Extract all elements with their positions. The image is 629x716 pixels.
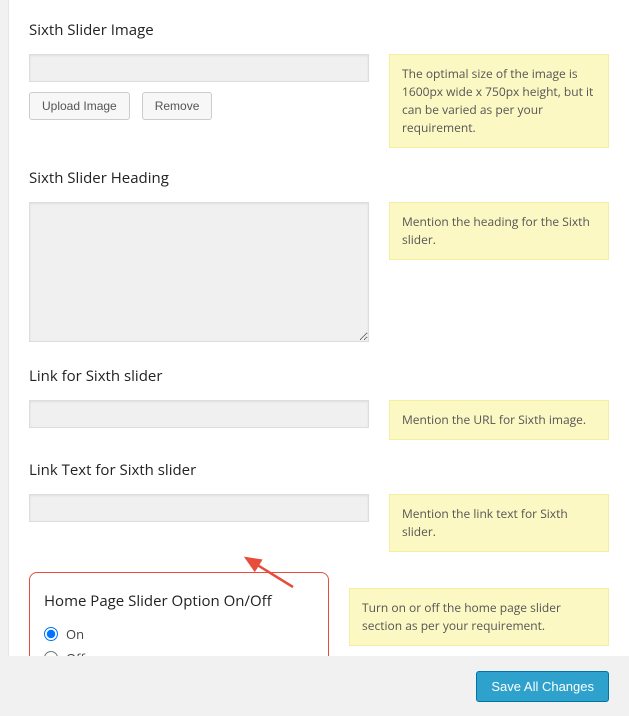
section-slider-linktext: Link Text for Sixth slider Mention the l… <box>29 440 609 552</box>
radio-on-input[interactable] <box>44 627 58 641</box>
hint-link: Mention the URL for Sixth image. <box>389 400 609 440</box>
section-title-heading: Sixth Slider Heading <box>29 168 609 188</box>
save-all-changes-button[interactable]: Save All Changes <box>476 671 609 702</box>
hint-linktext: Mention the link text for Sixth slider. <box>389 494 609 552</box>
section-slider-image: Sixth Slider Image Upload Image Remove T… <box>29 0 609 148</box>
footer-bar: Save All Changes <box>0 656 629 716</box>
upload-image-button[interactable]: Upload Image <box>29 92 130 120</box>
slider-linktext-input[interactable] <box>29 494 369 522</box>
slider-image-input[interactable] <box>29 54 369 82</box>
radio-on-label: On <box>66 625 84 643</box>
hint-onoff: Turn on or off the home page slider sect… <box>349 588 609 646</box>
section-title-link: Link for Sixth slider <box>29 366 609 386</box>
settings-panel: Sixth Slider Image Upload Image Remove T… <box>8 0 629 710</box>
section-slider-link: Link for Sixth slider Mention the URL fo… <box>29 346 609 440</box>
hint-image: The optimal size of the image is 1600px … <box>389 54 609 148</box>
slider-heading-textarea[interactable] <box>29 202 369 342</box>
radio-on[interactable]: On <box>44 625 314 643</box>
section-title-image: Sixth Slider Image <box>29 20 609 40</box>
section-slider-heading: Sixth Slider Heading Mention the heading… <box>29 148 609 346</box>
section-title-onoff: Home Page Slider Option On/Off <box>44 591 314 611</box>
slider-link-input[interactable] <box>29 400 369 428</box>
section-title-linktext: Link Text for Sixth slider <box>29 460 609 480</box>
remove-image-button[interactable]: Remove <box>142 92 213 120</box>
hint-heading: Mention the heading for the Sixth slider… <box>389 202 609 260</box>
